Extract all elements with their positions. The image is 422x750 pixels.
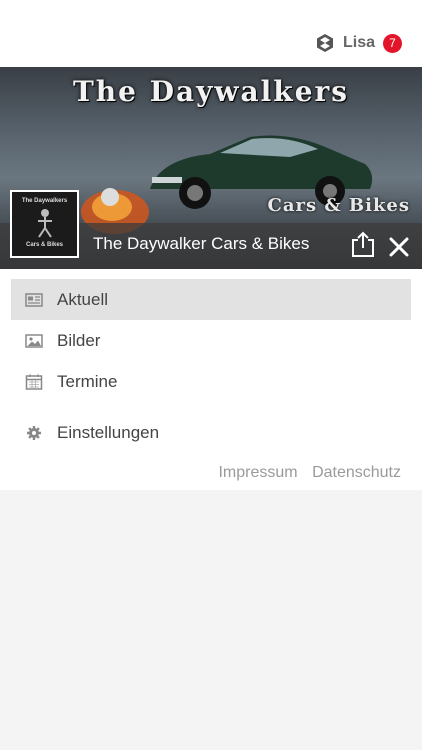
logo-text-top: The Daywalkers	[21, 198, 68, 204]
menu-item-einstellungen[interactable]: Einstellungen	[11, 412, 411, 453]
top-bar: Lisa 7	[0, 0, 422, 67]
share-icon[interactable]	[351, 231, 375, 257]
menu-item-label: Aktuell	[57, 289, 109, 309]
menu-item-termine[interactable]: Termine	[11, 361, 411, 402]
gear-icon	[27, 425, 41, 440]
skeleton-figure-icon	[38, 209, 52, 238]
menu-item-label: Termine	[57, 371, 118, 391]
datenschutz-link[interactable]: Datenschutz	[312, 464, 401, 481]
menu-item-aktuell[interactable]: Aktuell	[11, 279, 411, 320]
menu-item-label: Bilder	[57, 330, 101, 350]
image-icon	[25, 333, 43, 348]
settings-menu: Einstellungen	[11, 412, 411, 453]
page-logo: The Daywalkers Cars & Bikes	[10, 190, 79, 258]
calendar-icon	[25, 374, 43, 390]
banner-image-subtitle: Cars & Bikes	[267, 195, 410, 216]
banner-image-title: The Daywalkers	[72, 75, 350, 108]
close-icon[interactable]	[388, 236, 410, 258]
menu-item-bilder[interactable]: Bilder	[11, 320, 411, 361]
impressum-link[interactable]: Impressum	[218, 464, 297, 481]
footer-links: Impressum Datenschutz	[208, 464, 401, 482]
cover-banner: The Daywalkers Cars & Bikes The Daywalke…	[0, 67, 422, 269]
user-account[interactable]: Lisa 7	[315, 33, 402, 53]
menu-item-label: Einstellungen	[57, 422, 160, 442]
notification-badge[interactable]: 7	[383, 33, 402, 53]
user-name: Lisa	[342, 34, 375, 51]
logo-text-bottom: Cars & Bikes	[25, 242, 64, 248]
newspaper-icon	[25, 292, 43, 307]
main-menu: Aktuell Bilder Termine	[11, 279, 411, 402]
cube-logo-icon	[316, 34, 333, 52]
page-title: The Daywalker Cars & Bikes	[93, 234, 310, 253]
